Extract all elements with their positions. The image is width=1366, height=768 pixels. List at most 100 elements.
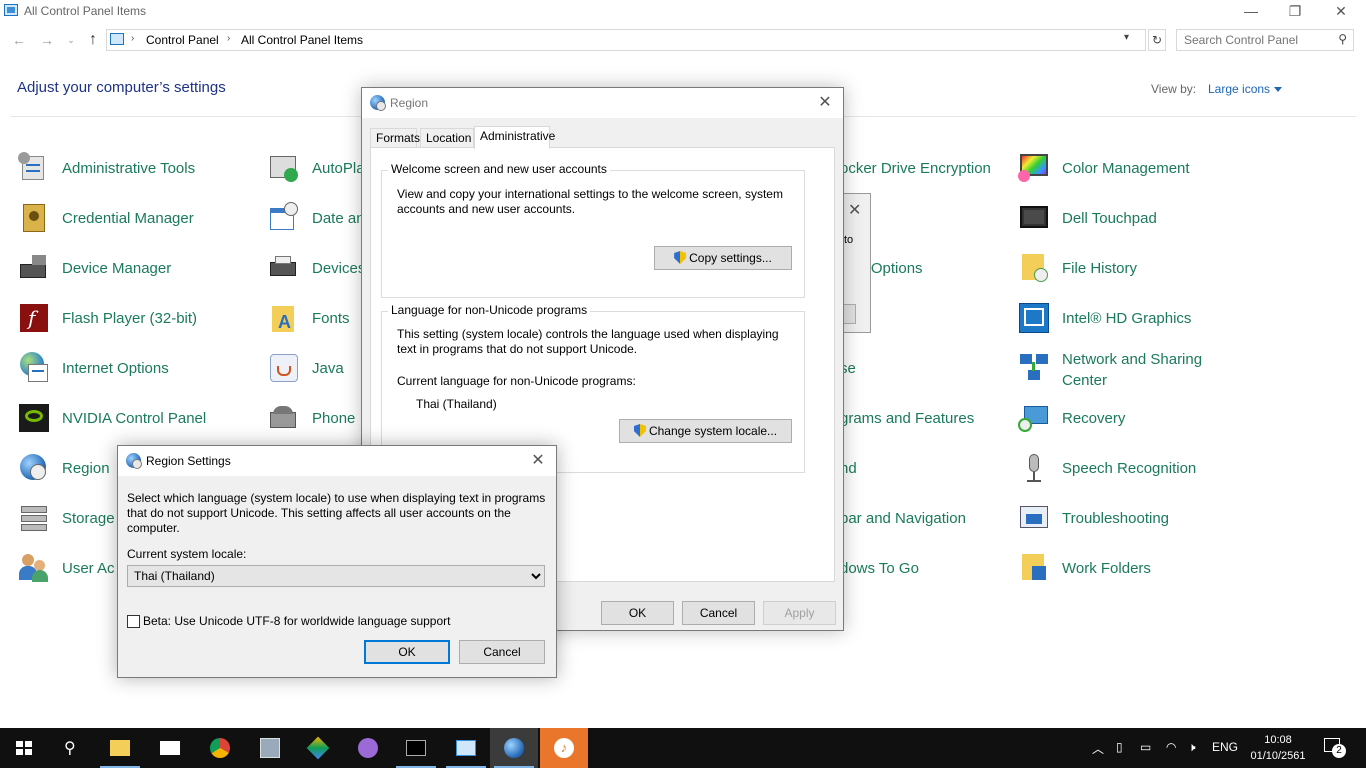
item-label[interactable]: Administrative Tools	[62, 158, 195, 179]
battery-icon[interactable]: ▭	[1140, 740, 1151, 754]
cancel-button[interactable]: Cancel	[459, 640, 545, 664]
caret-down-icon[interactable]	[1274, 87, 1283, 93]
close-button[interactable]: ✕	[1318, 0, 1364, 24]
item-label[interactable]: Devices	[312, 258, 365, 279]
ok-button[interactable]: OK	[601, 601, 674, 625]
region-globe-icon	[126, 453, 142, 469]
chevron-right-icon[interactable]: ›	[227, 33, 230, 44]
itunes-taskbar-button[interactable]: ♪	[540, 728, 588, 768]
system-locale-select[interactable]: Thai (Thailand)	[127, 565, 545, 587]
item-label[interactable]: dows To Go	[840, 558, 919, 579]
item-label[interactable]: AutoPla	[312, 158, 365, 179]
search-icon: ⚲	[64, 740, 76, 757]
item-label[interactable]: Phone	[312, 408, 355, 429]
view-by-value[interactable]: Large icons	[1208, 82, 1270, 96]
region-taskbar-button[interactable]	[490, 728, 538, 768]
dialog-titlebar: Region Settings ✕	[118, 446, 556, 476]
app-taskbar-button[interactable]	[294, 728, 342, 768]
utf8-checkbox-label[interactable]: Beta: Use Unicode UTF-8 for worldwide la…	[143, 614, 451, 628]
app-taskbar-button[interactable]	[344, 728, 392, 768]
taskbar: ⚲ ♪ ︿ ▯ ▭ ◠ 🕨 ENG 10:08 01/10/2561 2	[0, 728, 1366, 768]
control-panel-taskbar-button[interactable]	[442, 728, 490, 768]
terminal-taskbar-button[interactable]	[392, 728, 440, 768]
region-globe-clock-icon	[18, 452, 50, 484]
item-label[interactable]: Java	[312, 358, 344, 379]
item-label[interactable]: Recovery	[1062, 408, 1125, 429]
item-label[interactable]: bar and Navigation	[840, 508, 966, 529]
utf8-checkbox[interactable]	[127, 615, 140, 628]
copy-settings-button[interactable]: Copy settings...	[654, 246, 792, 270]
item-label[interactable]: Work Folders	[1062, 558, 1151, 579]
breadcrumb-control-panel[interactable]: Control Panel	[146, 33, 219, 47]
view-by-dropdown[interactable]: Large icons	[1208, 82, 1283, 96]
copy-settings-label[interactable]: Copy settings...	[689, 251, 772, 265]
item-label[interactable]: Region	[62, 458, 110, 479]
recent-locations-chevron-icon[interactable]: ⌄	[61, 30, 81, 50]
cat-app-icon	[358, 738, 378, 758]
item-label[interactable]: NVIDIA Control Panel	[62, 408, 206, 429]
change-locale-label[interactable]: Change system locale...	[649, 424, 777, 438]
language-indicator[interactable]: ENG	[1212, 740, 1238, 754]
search-box[interactable]: ⚲	[1176, 29, 1354, 51]
breadcrumb-all-items[interactable]: All Control Panel Items	[241, 33, 363, 47]
color-management-icon	[1018, 152, 1050, 184]
tab-location[interactable]: Location	[420, 128, 474, 148]
item-label[interactable]: Network and Sharing Center	[1062, 349, 1222, 391]
item-label[interactable]: File History	[1062, 258, 1137, 279]
item-label[interactable]: Speech Recognition	[1062, 458, 1196, 479]
change-system-locale-button[interactable]: Change system locale...	[619, 419, 792, 443]
tab-formats[interactable]: Formats	[370, 128, 420, 148]
refresh-icon[interactable]: ↻	[1148, 29, 1166, 51]
flash-player-icon: f	[18, 302, 50, 334]
ok-button[interactable]: OK	[364, 640, 450, 664]
forward-arrow-icon[interactable]: →	[37, 30, 57, 50]
action-center-button[interactable]: 2	[1322, 738, 1346, 758]
item-label[interactable]: User Ac	[62, 558, 115, 579]
item-label[interactable]: Intel® HD Graphics	[1062, 308, 1191, 329]
app-taskbar-button[interactable]	[246, 728, 294, 768]
monitor-icon	[260, 738, 280, 758]
close-icon[interactable]: ✕	[848, 200, 861, 220]
clock-date[interactable]: 01/10/2561	[1248, 748, 1308, 764]
item-label[interactable]: Date an	[312, 208, 365, 229]
start-button[interactable]	[0, 728, 48, 768]
chrome-taskbar-button[interactable]	[196, 728, 244, 768]
item-label[interactable]: Credential Manager	[62, 208, 194, 229]
search-taskbar-button[interactable]: ⚲	[48, 728, 96, 768]
chevron-down-icon[interactable]: ▾	[1124, 32, 1129, 43]
chevron-right-icon[interactable]: ›	[131, 33, 134, 44]
welcome-description: View and copy your international setting…	[397, 187, 783, 216]
item-label[interactable]: Device Manager	[62, 258, 171, 279]
item-label[interactable]: ocker Drive Encryption	[840, 158, 991, 179]
back-arrow-icon[interactable]: ←	[9, 30, 29, 50]
item-label[interactable]: grams and Features	[840, 408, 974, 429]
address-bar[interactable]: › Control Panel › All Control Panel Item…	[106, 29, 1146, 51]
tab-administrative[interactable]: Administrative	[474, 126, 555, 149]
wifi-icon[interactable]: ◠	[1166, 740, 1176, 754]
item-label[interactable]: Storage	[62, 508, 115, 529]
item-label[interactable]: Flash Player (32-bit)	[62, 308, 197, 329]
control-panel-icon	[456, 740, 476, 756]
item-label[interactable]: Troubleshooting	[1062, 508, 1169, 529]
up-arrow-icon[interactable]: ↑	[83, 30, 103, 50]
item-label[interactable]: Dell Touchpad	[1062, 208, 1157, 229]
close-icon[interactable]: ✕	[528, 451, 548, 471]
network-label-text[interactable]: Network and Sharing Center	[1062, 349, 1222, 391]
volume-muted-icon[interactable]: 🕨	[1188, 740, 1196, 755]
item-label[interactable]: Internet Options	[62, 358, 169, 379]
item-label[interactable]: Color Management	[1062, 158, 1190, 179]
search-input[interactable]	[1177, 30, 1327, 50]
minimize-button[interactable]: —	[1228, 0, 1274, 24]
close-icon[interactable]: ✕	[815, 93, 835, 113]
mail-taskbar-button[interactable]	[146, 728, 194, 768]
file-history-icon	[1018, 252, 1050, 284]
cancel-button[interactable]: Cancel	[682, 601, 755, 625]
maximize-button[interactable]: ❐	[1272, 0, 1318, 24]
clock[interactable]: 10:08 01/10/2561	[1248, 732, 1308, 764]
clock-time[interactable]: 10:08	[1248, 732, 1308, 748]
file-explorer-taskbar-button[interactable]	[96, 728, 144, 768]
search-icon[interactable]: ⚲	[1338, 32, 1347, 46]
chevron-up-icon[interactable]: ︿	[1092, 740, 1104, 757]
tablet-icon[interactable]: ▯	[1116, 740, 1123, 754]
item-label[interactable]: Fonts	[312, 308, 350, 329]
